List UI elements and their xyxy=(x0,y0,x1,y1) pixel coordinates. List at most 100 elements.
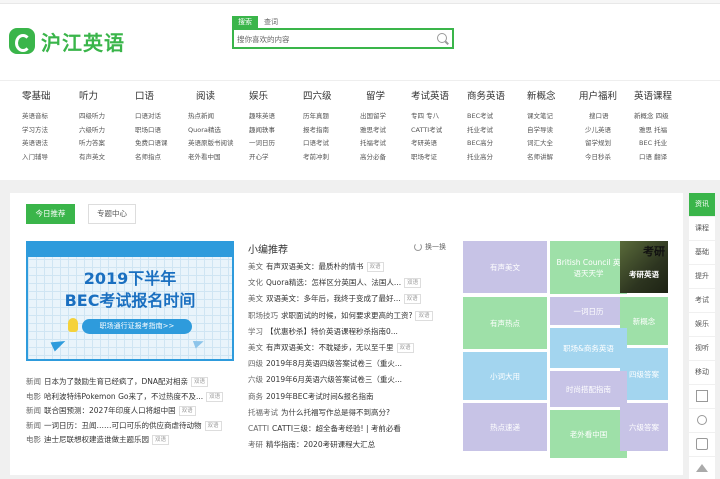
list-item[interactable]: 新闻 联合国预测：2027年印度人口将超中国 双语 xyxy=(26,404,238,419)
nav-item[interactable]: 留学规划 xyxy=(579,137,617,151)
nav-item[interactable]: 名师指点 xyxy=(135,151,168,165)
nav-item[interactable]: 专四 专八 xyxy=(411,110,449,124)
nav-item[interactable]: 历年真题 xyxy=(303,110,332,124)
nav-item[interactable]: 入门辅导 xyxy=(22,151,51,165)
nav-item[interactable]: 高分必备 xyxy=(360,151,386,165)
nav-item[interactable]: 雅思考试 xyxy=(360,124,386,138)
sidebar-item-mobile[interactable]: 移动 xyxy=(689,361,715,384)
tile-small-words[interactable]: 小词大用 xyxy=(463,352,547,400)
tile-british-council[interactable]: British Council 英语天天学 xyxy=(550,241,627,294)
nav-item[interactable]: 考前冲刺 xyxy=(303,151,332,165)
news-title[interactable]: 日本为了鼓励生育已经疯了，DNA配对相亲 xyxy=(44,377,188,386)
nav-item[interactable]: 新概念 四级 xyxy=(634,110,672,124)
tile-audio-essays[interactable]: 有声美文 xyxy=(463,241,547,293)
nav-item[interactable]: 英语语法 xyxy=(22,137,51,151)
nav-head[interactable]: 考试英语 xyxy=(411,91,449,103)
nav-item[interactable]: CATTI考试 xyxy=(411,124,449,138)
nav-item[interactable]: 趣闻轶事 xyxy=(249,124,275,138)
list-item[interactable]: 新闻 日本为了鼓励生育已经疯了，DNA配对相亲 双语 xyxy=(26,375,238,390)
list-item[interactable]: 电影 哈利波特纬Pokemon Go来了，不过热度不及... 双语 xyxy=(26,390,238,405)
sidebar-item-exams[interactable]: 考试 xyxy=(689,289,715,312)
list-item[interactable]: 考研 精华指南：2020考研课程大汇总 xyxy=(248,437,448,453)
logo[interactable]: 沪江英语 xyxy=(9,26,125,56)
tile-word-calendar[interactable]: 一词日历 xyxy=(550,297,627,325)
news-title[interactable]: 2019年6月英语六级答案试卷三（重火... xyxy=(266,375,402,384)
nav-item[interactable]: 口语考试 xyxy=(303,137,332,151)
nav-head[interactable]: 口语 xyxy=(135,91,168,103)
banner-cta[interactable]: 职场通行证报考指南>> xyxy=(82,319,192,334)
nav-item[interactable]: 雅思 托福 xyxy=(634,124,672,138)
news-title[interactable]: 双语美文：多年后，我终于变成了最好... xyxy=(266,294,401,303)
qrcode-icon[interactable] xyxy=(689,385,715,408)
sidebar-item-entertainment[interactable]: 娱乐 xyxy=(689,313,715,336)
nav-item[interactable]: 免费口语课 xyxy=(135,137,168,151)
tile-fashion-guide[interactable]: 时尚搭配指南 xyxy=(550,371,627,407)
nav-item[interactable]: 托业考试 xyxy=(467,124,505,138)
nav-head[interactable]: 娱乐 xyxy=(249,91,275,103)
search-icon[interactable] xyxy=(437,33,447,43)
tile-hot-express[interactable]: 热点速递 xyxy=(463,403,547,451)
news-title[interactable]: 有声双语美文：不耽疑步，无以至千里 xyxy=(266,343,394,352)
tile-new-concept[interactable]: 新概念 xyxy=(620,297,668,345)
nav-item[interactable]: 今日秒杀 xyxy=(579,151,617,165)
list-item[interactable]: CATTI CATTI三级：超全备考经验! | 考前必看 xyxy=(248,421,448,437)
nav-item[interactable]: 热点新闻 xyxy=(188,110,234,124)
tile-cet6-answers[interactable]: 六级答案 xyxy=(620,403,668,451)
list-item[interactable]: 职场技巧 求职面试的时候，如何要求更高的工资? 双语 xyxy=(248,308,448,324)
search-tab-dictionary[interactable]: 查词 xyxy=(258,16,284,28)
list-item[interactable]: 四级 2019年8月英语四级答案试卷三（重火... xyxy=(248,356,448,372)
list-item[interactable]: 美文 有声双语美文：不耽疑步，无以至千里 双语 xyxy=(248,340,448,356)
nav-item[interactable]: 名师讲解 xyxy=(527,151,556,165)
refresh-button[interactable]: 换一换 xyxy=(414,242,446,252)
nav-item[interactable]: 听力答案 xyxy=(79,137,105,151)
news-title[interactable]: 【优惠秒杀】特价英语课程秒杀指南0... xyxy=(266,327,398,336)
nav-head[interactable]: 听力 xyxy=(79,91,105,103)
nav-item[interactable]: 学习方法 xyxy=(22,124,51,138)
nav-head[interactable]: 留学 xyxy=(360,91,386,103)
nav-item[interactable]: 职场口语 xyxy=(135,124,168,138)
nav-item[interactable]: 趣味英语 xyxy=(249,110,275,124)
banner-bec[interactable]: 2019下半年 BEC考试报名时间 职场通行证报考指南>> xyxy=(26,241,234,361)
nav-item[interactable]: 报考指南 xyxy=(303,124,332,138)
news-title[interactable]: 有声双语美文：最质朴的情书 xyxy=(266,262,364,271)
list-item[interactable]: 商务 2019年BEC考试时间&报名指南 xyxy=(248,389,448,405)
nav-head[interactable]: 英语课程 xyxy=(634,91,672,103)
list-item[interactable]: 六级 2019年6月英语六级答案试卷三（重火... xyxy=(248,372,448,388)
list-item[interactable]: 美文 双语美文：多年后，我终于变成了最好... 双语 xyxy=(248,291,448,307)
nav-item[interactable]: BEC考试 xyxy=(467,110,505,124)
tile-business-english[interactable]: 职场&商务英语 xyxy=(550,328,627,368)
nav-item[interactable]: 英语原版书阅读 xyxy=(188,137,234,151)
nav-item[interactable]: 托业高分 xyxy=(467,151,505,165)
nav-item[interactable]: 英语音标 xyxy=(22,110,51,124)
list-item[interactable]: 学习 【优惠秒杀】特价英语课程秒杀指南0... xyxy=(248,324,448,340)
tab-today[interactable]: 今日推荐 xyxy=(26,204,75,224)
nav-head[interactable]: 四六级 xyxy=(303,91,332,103)
nav-item[interactable]: 有声英文 xyxy=(79,151,105,165)
nav-item[interactable]: 四级听力 xyxy=(79,110,105,124)
news-title[interactable]: 为什么托福写作总是得不到高分? xyxy=(281,408,390,417)
share-icon[interactable] xyxy=(689,409,715,432)
sidebar-item-basics[interactable]: 基础 xyxy=(689,241,715,264)
nav-item[interactable]: 搜口语 xyxy=(579,110,617,124)
nav-item[interactable]: Quora精选 xyxy=(188,124,234,138)
edit-icon[interactable] xyxy=(689,433,715,456)
sidebar-item-news[interactable]: 资讯 xyxy=(689,193,715,216)
news-title[interactable]: 2019年8月英语四级答案试卷三（重火... xyxy=(266,359,402,368)
nav-head[interactable]: 阅读 xyxy=(188,91,234,103)
nav-item[interactable]: BEC 托业 xyxy=(634,137,672,151)
list-item[interactable]: 美文 有声双语美文：最质朴的情书 双语 xyxy=(248,259,448,275)
search-tab-search[interactable]: 搜索 xyxy=(232,16,258,28)
nav-item[interactable]: 职场考证 xyxy=(411,151,449,165)
news-title[interactable]: 一词日历：丑闻……可口可乐的供应商虐待动物 xyxy=(44,421,202,430)
nav-item[interactable]: 开心学 xyxy=(249,151,275,165)
tile-cet4-answers[interactable]: 四级答案 xyxy=(620,348,668,400)
nav-item[interactable]: 口语对话 xyxy=(135,110,168,124)
nav-item[interactable]: 少儿英语 xyxy=(579,124,617,138)
news-title[interactable]: 求职面试的时候，如何要求更高的工资? xyxy=(281,311,412,320)
search-input[interactable] xyxy=(237,33,427,45)
nav-item[interactable]: 老外看中国 xyxy=(188,151,234,165)
nav-head[interactable]: 新概念 xyxy=(527,91,556,103)
back-to-top-icon[interactable] xyxy=(689,457,715,479)
nav-item[interactable]: 课文笔记 xyxy=(527,110,556,124)
list-item[interactable]: 新闻 一词日历：丑闻……可口可乐的供应商虐待动物 双语 xyxy=(26,419,238,434)
